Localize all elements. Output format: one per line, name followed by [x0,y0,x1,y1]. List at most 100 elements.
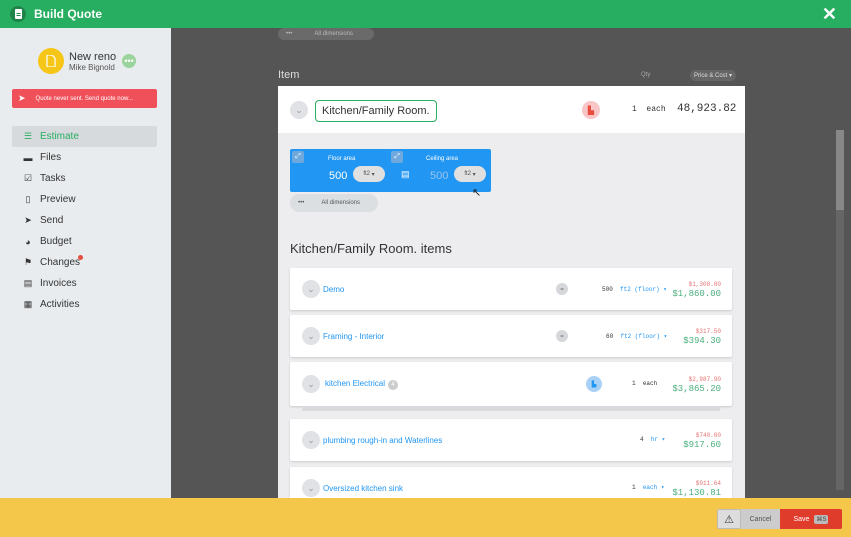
sidebar: New reno Mike Bignold ••• ➤ Quote never … [0,28,171,498]
sidebar-item-label: Preview [40,194,76,205]
calculator-icon[interactable]: ▤ [401,169,410,180]
scrollbar-thumb[interactable] [836,130,844,210]
item-name[interactable]: Framing - Interior [323,332,384,341]
sidebar-item-label: Invoices [40,278,77,289]
document-icon [10,6,26,22]
project-avatar [38,48,64,74]
save-label: Save [793,515,810,523]
room-name-input[interactable] [315,100,437,122]
chevron-down-icon[interactable]: ⌄ [302,375,320,393]
sidebar-nav: ☰ Estimate ▬ Files ☑ Tasks ▯ Preview ➤ Send ◕… [12,126,157,315]
item-price: $1,130.81 [672,488,721,498]
list-item[interactable]: ⌄ kitchen Electrical 4 ▙ 1 each $2,987.90… [290,362,732,411]
warning-icon[interactable]: ⚠ [717,509,741,529]
item-name[interactable]: kitchen Electrical 4 [325,379,399,390]
item-cost: $1,300.00 [688,281,721,288]
more-options-icon[interactable]: ••• [122,54,137,68]
pie-chart-icon: ◕ [25,236,31,247]
list-icon: ☰ [23,131,33,141]
stacked-shadow [302,406,720,411]
sidebar-item-budget[interactable]: ◕ Budget [12,231,157,252]
sidebar-item-label: Budget [40,236,72,247]
item-price: $1,860.00 [672,289,721,299]
close-icon[interactable]: ✕ [822,4,837,25]
room-total: 48,923.82 [677,103,737,115]
room-panel: ⌄ ▙ 1 each 48,923.82 ⤢ Floor area 500 ft… [278,86,745,498]
scrollbar[interactable] [836,130,844,490]
notification-dot [78,255,83,260]
item-cost: $2,987.90 [688,376,721,383]
send-quote-alert[interactable]: ➤ Quote never sent. Send quote now... [12,89,157,108]
item-qty[interactable]: 1 each [632,380,657,387]
all-dimensions-button-background[interactable]: ••• All dimensions [278,28,374,40]
item-price: $917.60 [683,440,721,450]
sidebar-item-label: Send [40,215,64,226]
save-shortcut: ⌘S [814,514,829,524]
flag-icon: ⚑ [23,257,33,267]
sidebar-item-label: Estimate [40,131,79,142]
sidebar-item-activities[interactable]: ▦ Activities [12,294,157,315]
title-bar: Build Quote ✕ [0,0,851,28]
item-cost: $740.00 [695,432,721,439]
sidebar-item-label: Tasks [40,173,66,184]
sidebar-item-label: Files [40,152,62,163]
all-dimensions-label: All dimensions [321,200,360,206]
ceiling-area-value[interactable]: 500 [430,170,448,182]
ceiling-area-label: Ceiling area [426,156,459,162]
chevron-down-icon[interactable]: ⌄ [290,101,308,119]
sidebar-item-send[interactable]: ➤ Send [12,210,157,231]
sidebar-item-tasks[interactable]: ☑ Tasks [12,168,157,189]
chevron-down-icon[interactable]: ⌄ [302,479,320,497]
assembly-icon[interactable]: ▙ [586,376,602,392]
link-icon[interactable]: ⤢ [391,151,403,163]
footer-bar: ⚠ Cancel Save ⌘S [0,498,851,537]
sidebar-item-label: Activities [40,299,80,310]
project-header: New reno Mike Bignold ••• [38,48,137,74]
item-qty[interactable]: 500 ft2 (floor) ▾ [602,286,667,293]
floor-area-value[interactable]: 500 [329,170,347,182]
item-name[interactable]: Demo [323,285,344,294]
file-icon: ▯ [25,194,31,204]
activities-icon: ▦ [23,299,33,309]
link-icon[interactable]: ⚭ [556,283,568,295]
list-item[interactable]: ⌄ plumbing rough-in and Waterlines 4 hr … [290,419,732,461]
item-qty[interactable]: 1 each ▾ [632,484,664,491]
item-name[interactable]: plumbing rough-in and Waterlines [323,436,442,445]
item-cost: $911.64 [695,480,721,487]
project-name: New reno [69,50,117,63]
sidebar-item-invoices[interactable]: ▤ Invoices [12,273,157,294]
sidebar-item-files[interactable]: ▬ Files [12,147,157,168]
save-button[interactable]: Save ⌘S [780,509,842,529]
sidebar-item-changes[interactable]: ⚑ Changes [12,252,157,273]
list-item[interactable]: ⌄ Oversized kitchen sink 1 each ▾ $911.6… [290,467,732,498]
sidebar-item-estimate[interactable]: ☰ Estimate [12,126,157,147]
all-dimensions-button[interactable]: ••• All dimensions [290,194,378,212]
link-icon[interactable]: ⤢ [292,151,304,163]
chevron-down-icon[interactable]: ⌄ [302,327,320,345]
sidebar-item-preview[interactable]: ▯ Preview [12,189,157,210]
cancel-button[interactable]: Cancel [741,509,780,529]
item-qty[interactable]: 60 ft2 (floor) ▾ [606,333,667,340]
send-icon: ➤ [18,93,26,103]
item-name[interactable]: Oversized kitchen sink [323,484,403,493]
chevron-down-icon[interactable]: ⌄ [302,280,320,298]
assembly-icon[interactable]: ▙ [582,101,600,119]
window-title: Build Quote [34,7,102,21]
folder-icon: ▬ [23,152,33,163]
floor-area-unit-select[interactable]: ft2 ▾ [353,166,385,182]
room-qty: 1 each [632,105,666,114]
item-qty[interactable]: 4 hr ▾ [640,436,665,443]
chevron-down-icon[interactable]: ⌄ [302,431,320,449]
check-square-icon: ☑ [23,173,33,183]
floor-area-label: Floor area [328,156,356,162]
qty-column-header: Qty [641,72,651,78]
list-item[interactable]: ⌄ Demo ⚭ 500 ft2 (floor) ▾ $1,300.00 $1,… [290,268,732,310]
send-icon: ➤ [24,215,32,225]
list-item[interactable]: ⌄ Framing - Interior ⚭ 60 ft2 (floor) ▾ … [290,315,732,357]
link-icon[interactable]: ⚭ [556,330,568,342]
customer-name: Mike Bignold [69,62,115,72]
price-cost-selector[interactable]: Price & Cost ▾ [690,70,737,81]
ceiling-area-unit-select[interactable]: ft2 ▾ [454,166,486,182]
room-header: ⌄ ▙ 1 each 48,923.82 [278,86,745,133]
item-count-badge: 4 [388,380,399,390]
